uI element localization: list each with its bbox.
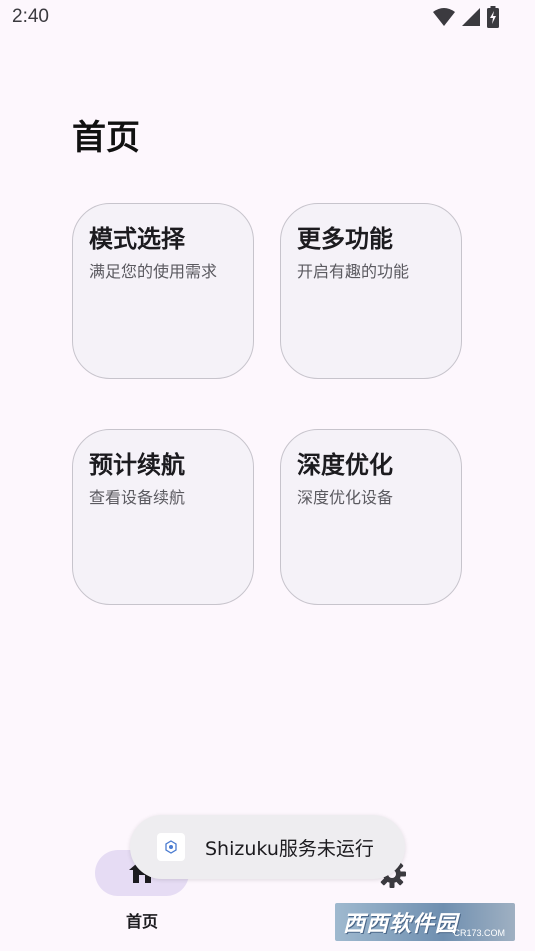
wifi-icon <box>433 7 455 31</box>
card-battery-estimate[interactable]: 预计续航 查看设备续航 <box>72 429 254 605</box>
toast-message: Shizuku服务未运行 <box>205 837 374 860</box>
battery-charging-icon <box>487 6 499 32</box>
card-mode-select[interactable]: 模式选择 满足您的使用需求 <box>72 203 254 379</box>
card-subtitle: 深度优化设备 <box>297 488 394 507</box>
card-subtitle: 开启有趣的功能 <box>297 262 410 281</box>
card-deep-optimize[interactable]: 深度优化 深度优化设备 <box>280 429 462 605</box>
watermark-subtext: CR173.COM <box>453 928 505 938</box>
status-icons <box>433 6 499 32</box>
nav-home-label[interactable]: 首页 <box>95 908 189 932</box>
status-time: 2:40 <box>12 6 49 27</box>
card-title: 预计续航 <box>89 451 185 479</box>
toast-notification: Shizuku服务未运行 <box>130 815 405 879</box>
card-title: 模式选择 <box>89 225 185 253</box>
app-icon <box>157 833 185 861</box>
page-title: 首页 <box>72 118 140 158</box>
card-subtitle: 查看设备续航 <box>89 488 186 507</box>
card-title: 更多功能 <box>297 225 393 253</box>
card-title: 深度优化 <box>297 451 393 479</box>
card-more-features[interactable]: 更多功能 开启有趣的功能 <box>280 203 462 379</box>
card-subtitle: 满足您的使用需求 <box>89 262 218 281</box>
status-bar: 2:40 <box>0 0 535 38</box>
watermark-logo: 西西软件园 CR173.COM <box>335 903 515 941</box>
signal-icon <box>461 7 481 31</box>
watermark-text: 西西软件园 <box>343 912 459 937</box>
